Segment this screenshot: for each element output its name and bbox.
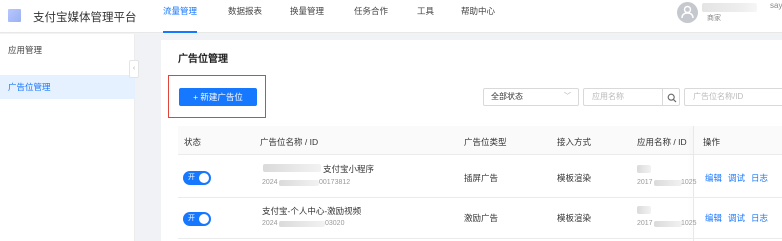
sidebar-item-ad-slot-management[interactable]: 广告位管理: [0, 75, 135, 99]
ad-slot-id-prefix: 2024: [262, 220, 278, 227]
toggle-label: 开: [188, 174, 195, 181]
redacted-text: [263, 164, 321, 172]
app-name-search-input[interactable]: 应用名称: [583, 88, 662, 106]
redacted-text: [654, 180, 682, 186]
ad-slot-name: 支付宝-个人中心-激励视频: [262, 206, 362, 216]
log-link[interactable]: 日志: [751, 172, 768, 184]
log-link[interactable]: 日志: [751, 212, 768, 224]
access-method: 模板渲染: [557, 173, 592, 183]
top-header: 支付宝媒体管理平台 流量管理 数据报表 换量管理 任务合作 工具 帮助中心 商家…: [0, 0, 782, 33]
ad-slot-type: 插屏广告: [464, 173, 499, 183]
debug-link[interactable]: 调试: [728, 172, 745, 184]
sidebar-collapse-button[interactable]: ‹: [129, 60, 139, 78]
row-divider: [178, 197, 782, 198]
ad-slot-id-suffix: 03020: [325, 220, 345, 227]
column-header-app-name: 应用名称 / ID: [637, 137, 687, 147]
ad-slot-id-prefix: 2024: [262, 179, 278, 186]
ad-slot-name: 支付宝小程序: [323, 164, 375, 174]
sidebar-item-app-management[interactable]: 应用管理: [0, 38, 135, 62]
logo-icon: [8, 9, 21, 22]
status-toggle[interactable]: 开: [183, 212, 211, 226]
app-id-prefix: 2017: [637, 179, 653, 186]
app-id-suffix: 1025: [681, 179, 697, 186]
nav-traffic-management[interactable]: 流量管理: [163, 6, 198, 33]
redacted-text: [637, 165, 651, 173]
column-header-ad-slot-name: 广告位名称 / ID: [260, 137, 319, 147]
nav-exchange-management[interactable]: 换量管理: [290, 6, 324, 33]
chevron-down-icon: ﹀: [564, 93, 571, 100]
redacted-text: [279, 221, 325, 227]
user-avatar-icon[interactable]: [677, 2, 698, 23]
search-button[interactable]: [662, 88, 680, 106]
user-menu-text[interactable]: say: [770, 1, 782, 10]
app-title: 支付宝媒体管理平台: [33, 12, 137, 24]
toggle-knob: [199, 173, 209, 183]
app-id-prefix: 2017: [637, 220, 653, 227]
page-title: 广告位管理: [178, 54, 228, 65]
ad-slot-search-input[interactable]: 广告位名称/ID: [684, 88, 782, 106]
ad-slot-id-suffix: 00173812: [319, 179, 351, 186]
nav-help-center[interactable]: 帮助中心: [461, 6, 495, 33]
column-header-ad-slot-type: 广告位类型: [464, 137, 507, 147]
toggle-label: 开: [188, 215, 195, 222]
new-ad-slot-button[interactable]: + 新建广告位: [179, 88, 257, 106]
access-method: 模板渲染: [557, 213, 592, 223]
edit-link[interactable]: 编辑: [705, 212, 722, 224]
redacted-text: [279, 180, 319, 186]
app-id-suffix: 1025: [681, 220, 697, 227]
ad-slot-type: 激励广告: [464, 213, 499, 223]
user-name-redacted: [702, 3, 757, 12]
user-role: 商家: [707, 15, 721, 22]
status-toggle[interactable]: 开: [183, 171, 211, 185]
column-header-actions: 操作: [703, 137, 721, 147]
debug-link[interactable]: 调试: [728, 212, 745, 224]
edit-link[interactable]: 编辑: [705, 172, 722, 184]
column-header-status: 状态: [184, 137, 202, 147]
search-icon: [667, 93, 677, 103]
main-panel: 广告位管理 + 新建广告位 全部状态 ﹀ 应用名称 广告位名称/ID 状态 广告…: [161, 40, 782, 241]
nav-task-cooperation[interactable]: 任务合作: [354, 6, 388, 33]
row-divider: [178, 238, 782, 239]
redacted-text: [654, 221, 682, 227]
status-select-value: 全部状态: [491, 92, 523, 101]
nav-data-reports[interactable]: 数据报表: [228, 6, 262, 33]
sidebar: 应用管理 广告位管理: [0, 34, 135, 241]
redacted-text: [637, 206, 651, 214]
status-select[interactable]: 全部状态 ﹀: [483, 88, 579, 106]
column-header-access-method: 接入方式: [557, 137, 592, 147]
nav-tools[interactable]: 工具: [417, 6, 434, 33]
toggle-knob: [199, 214, 209, 224]
